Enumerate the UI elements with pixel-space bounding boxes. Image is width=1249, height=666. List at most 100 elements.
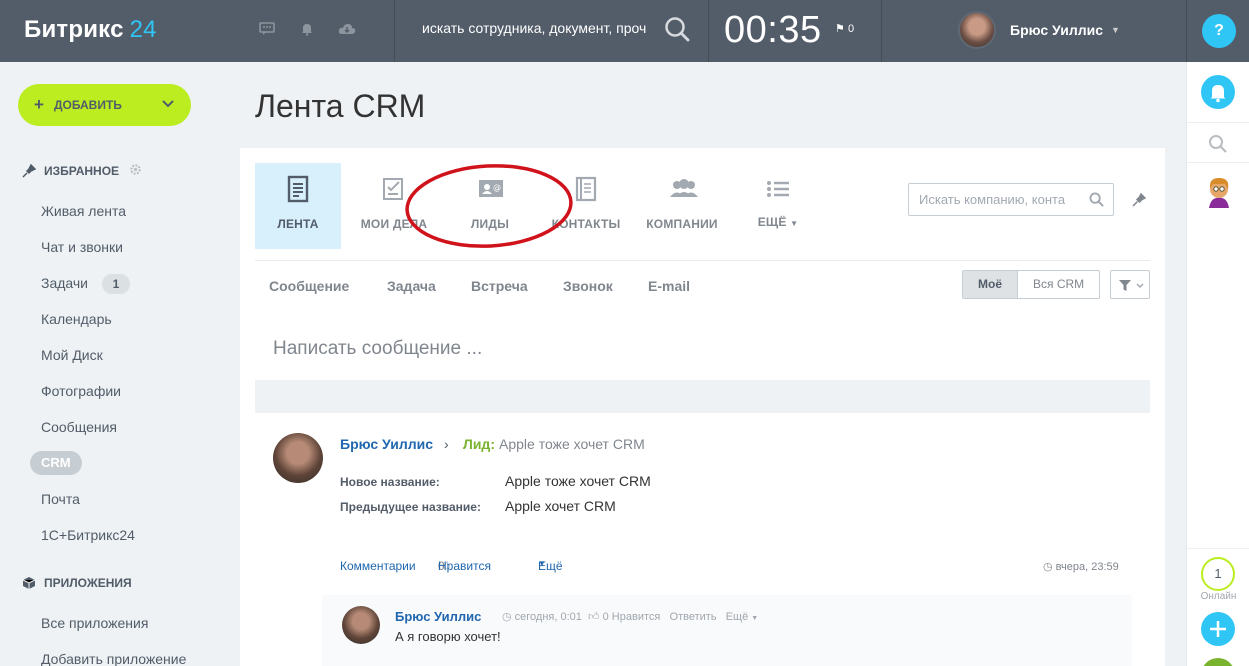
compose-message-input[interactable]: Написать сообщение ... <box>273 338 482 360</box>
add-chat-button[interactable] <box>1201 612 1235 646</box>
favorites-label: ИЗБРАННОЕ <box>44 164 120 178</box>
sidebar-item-mail[interactable]: Почта <box>41 491 80 507</box>
thumb-up-icon: 👍︎ <box>588 611 600 623</box>
apps-section-title: ПРИЛОЖЕНИЯ <box>22 576 132 590</box>
global-search-input[interactable]: искать сотрудника, документ, проч <box>422 20 654 36</box>
sidebar-item-crm[interactable]: CRM <box>30 451 82 475</box>
chevron-down-icon <box>161 96 175 113</box>
caret-down-icon: ▼ <box>790 219 799 228</box>
sidebar-item-messages[interactable]: Сообщения <box>41 419 117 435</box>
action-task[interactable]: Задача <box>387 278 436 294</box>
like-label: Нравится <box>438 559 491 573</box>
avatar <box>1209 178 1229 208</box>
status-button[interactable] <box>1201 658 1235 666</box>
top-divider <box>881 0 882 62</box>
caret-down-icon: ▼ <box>538 559 546 568</box>
action-call[interactable]: Звонок <box>563 278 613 294</box>
clock-icon: ◷ <box>1043 561 1053 573</box>
help-button[interactable]: ? <box>1202 14 1236 48</box>
add-button[interactable]: + ДОБАВИТЬ <box>18 84 191 126</box>
search-icon[interactable] <box>664 16 690 47</box>
action-meeting[interactable]: Встреча <box>471 278 528 294</box>
post-author[interactable]: Брюс Уиллис <box>340 436 433 452</box>
user-name: Брюс Уиллис <box>1010 22 1104 38</box>
sidebar-item-chat[interactable]: Чат и звонки <box>41 239 123 255</box>
comment-reply-button[interactable]: Ответить <box>670 611 717 623</box>
top-divider <box>708 0 709 62</box>
tab-label: КОМПАНИИ <box>646 217 718 231</box>
search-icon[interactable] <box>1208 134 1228 159</box>
tasks-count-badge: 1 <box>102 274 131 294</box>
plus-icon: + <box>34 95 44 114</box>
flag-counter[interactable]: ⚑ 0 <box>835 22 854 35</box>
tab-companies[interactable]: КОМПАНИИ <box>639 163 725 249</box>
scope-mine-button[interactable]: Моё <box>963 271 1018 298</box>
comment-time: сегодня, 0:01 <box>514 611 582 623</box>
flag-count: 0 <box>847 23 855 35</box>
sidebar-item-add-app[interactable]: Добавить приложение <box>41 651 186 666</box>
comment-more-menu[interactable]: Ещё ▼ <box>726 611 759 623</box>
divider <box>1187 162 1249 163</box>
field-value: Apple хочет CRM <box>505 498 616 514</box>
clock-icon: ◷ <box>502 611 512 623</box>
apps-label: ПРИЛОЖЕНИЯ <box>44 576 132 590</box>
tab-label: ЛЕНТА <box>277 217 319 231</box>
tab-more[interactable]: ЕЩЁ ▼ <box>735 163 821 249</box>
cloud-icon[interactable] <box>338 22 356 40</box>
comment: Брюс Уиллис ◷ сегодня, 0:01 👍︎ 0 Нравитс… <box>322 595 1132 666</box>
action-email[interactable]: E-mail <box>648 278 690 294</box>
gear-icon[interactable] <box>129 163 142 179</box>
document-icon <box>284 175 312 203</box>
post-entity-name[interactable]: Apple тоже хочет CRM <box>499 436 645 452</box>
logo[interactable]: Битрикс 24 <box>24 16 157 44</box>
sidebar-item-calendar[interactable]: Календарь <box>41 311 112 327</box>
sidebar-item-tasks[interactable]: Задачи 1 <box>41 274 131 294</box>
search-icon[interactable] <box>1089 192 1104 210</box>
divider <box>1187 548 1249 549</box>
scope-all-button[interactable]: Вся CRM <box>1018 271 1099 298</box>
help-zone: ? <box>1186 0 1249 62</box>
action-message[interactable]: Сообщение <box>269 278 349 294</box>
field-label: Предыдущее название: <box>340 500 481 514</box>
tab-feed[interactable]: ЛЕНТА <box>255 163 341 249</box>
page-title: Лента CRM <box>255 88 426 124</box>
notifications-button[interactable] <box>1201 75 1235 109</box>
company-search-input[interactable]: Искать компанию, конта <box>908 183 1114 216</box>
cube-icon <box>22 576 36 590</box>
flag-icon: ⚑ <box>835 23 845 35</box>
logo-text: Битрикс <box>24 16 124 43</box>
work-time-clock[interactable]: 00:35 <box>724 9 822 52</box>
user-menu[interactable]: Брюс Уиллис ▼ <box>958 11 1120 49</box>
chevron-right-icon: › <box>444 436 449 452</box>
online-counter[interactable]: 1 <box>1201 557 1235 591</box>
post-timestamp: ◷ вчера, 23:59 <box>1043 560 1119 573</box>
comment-like-button[interactable]: Нравится <box>612 611 661 623</box>
avatar[interactable] <box>273 433 323 483</box>
more-label: Ещё <box>725 611 749 623</box>
pin-icon[interactable] <box>1132 192 1147 212</box>
bell-icon[interactable] <box>298 22 316 40</box>
filter-button[interactable] <box>1110 270 1150 299</box>
sidebar-item-label: Задачи <box>41 275 89 291</box>
divider <box>1187 122 1249 123</box>
sidebar-item-live-feed[interactable]: Живая лента <box>41 203 126 219</box>
add-button-label: ДОБАВИТЬ <box>53 98 122 112</box>
chat-contact-avatar[interactable] <box>1203 175 1235 214</box>
logo-number: 24 <box>129 16 157 43</box>
bell-icon <box>1210 85 1226 103</box>
avatar[interactable] <box>342 606 380 644</box>
comment-author[interactable]: Брюс Уиллис <box>395 609 481 624</box>
comments-link[interactable]: Комментарии <box>340 559 416 573</box>
annotation-ellipse <box>405 164 573 248</box>
divider <box>255 260 1150 261</box>
chat-icon[interactable] <box>258 22 276 40</box>
scope-switcher: Моё Вся CRM <box>962 270 1101 299</box>
top-bar: Битрикс 24 искать сотрудника, документ, п… <box>0 0 1249 62</box>
sidebar-item-photos[interactable]: Фотографии <box>41 383 121 399</box>
sidebar-item-disk[interactable]: Мой Диск <box>41 347 103 363</box>
top-icons <box>258 22 356 40</box>
right-panel: 1 Онлайн <box>1186 62 1249 666</box>
sidebar-item-1c[interactable]: 1С+Битрикс24 <box>41 527 135 543</box>
list-icon <box>764 175 792 203</box>
sidebar-item-all-apps[interactable]: Все приложения <box>41 615 148 631</box>
